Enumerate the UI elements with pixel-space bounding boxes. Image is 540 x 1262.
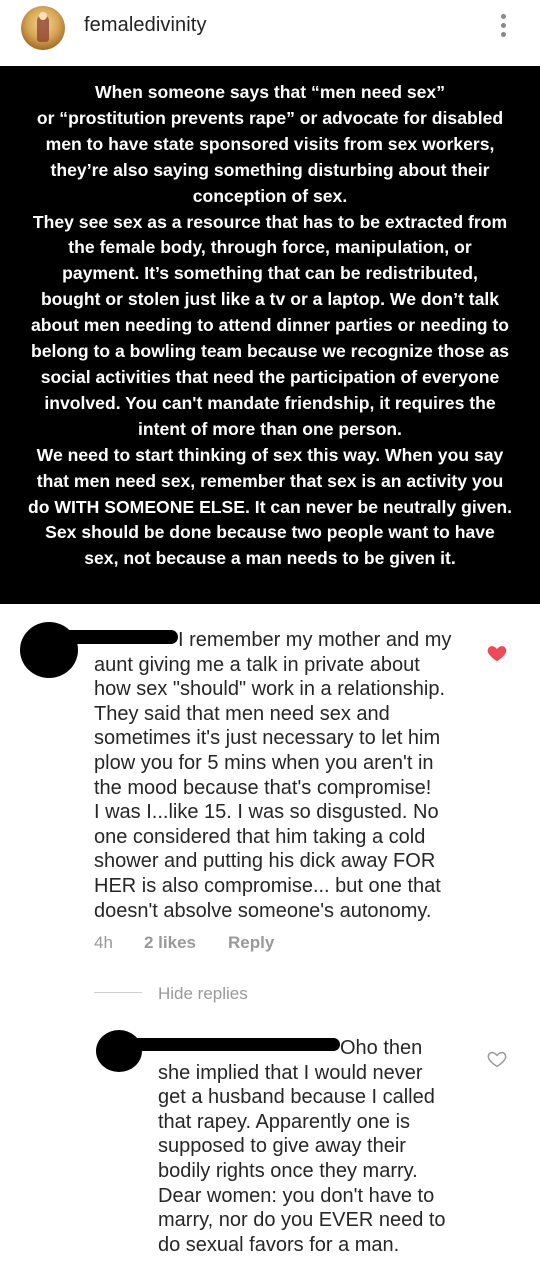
- hide-replies-divider: [94, 992, 142, 993]
- post-image: When someone says that “men need sex” or…: [0, 66, 540, 604]
- avatar[interactable]: [21, 6, 65, 50]
- post-text: When someone says that “men need sex” or…: [28, 82, 512, 569]
- comment-text: I remember my mother and my aunt giving …: [94, 629, 452, 922]
- avatar-head: [39, 12, 47, 20]
- comment-time: 4h: [94, 933, 113, 952]
- reply-button-label[interactable]: Reply: [228, 933, 274, 952]
- post-header: femaledivinity: [0, 0, 540, 60]
- reply-text: Oho then she implied that I would never …: [158, 1037, 446, 1256]
- more-vertical-icon[interactable]: [496, 12, 510, 42]
- heart-filled-icon[interactable]: [486, 642, 508, 664]
- comment-likes-label[interactable]: 2 likes: [144, 933, 196, 952]
- heart-outline-icon[interactable]: [486, 1048, 508, 1070]
- comment-likes[interactable]: 2 likes: [144, 933, 196, 953]
- redacted-reply-avatar: [96, 1030, 142, 1072]
- hide-replies-button[interactable]: Hide replies: [158, 984, 248, 1004]
- reply-button[interactable]: Reply: [228, 933, 274, 953]
- username[interactable]: femaledivinity: [84, 14, 207, 37]
